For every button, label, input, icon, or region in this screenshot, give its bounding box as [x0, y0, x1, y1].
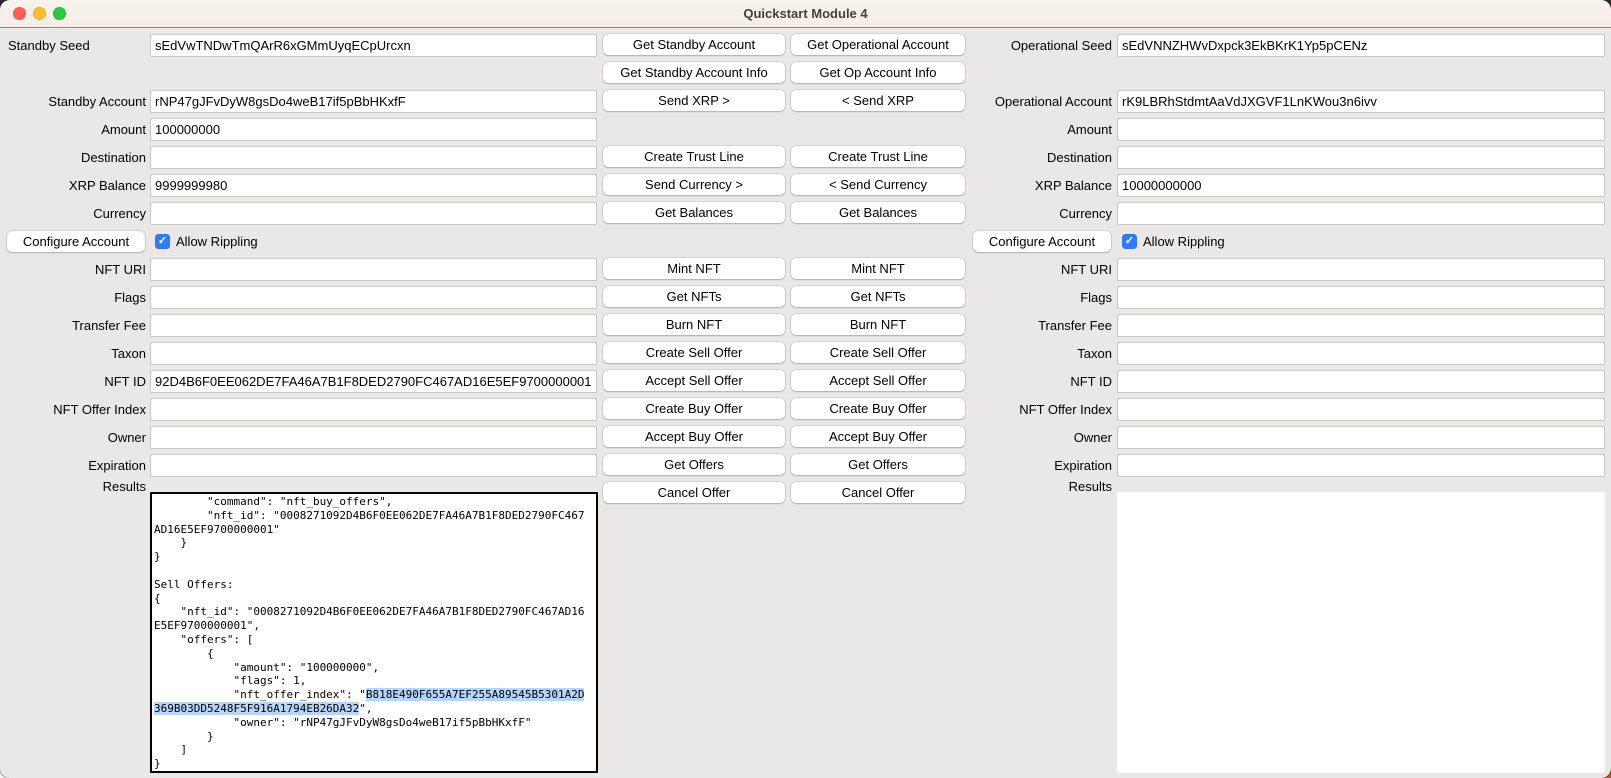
operational-get-op-account-info-button[interactable]: Get Op Account Info [791, 62, 965, 83]
operational-expiration-input[interactable] [1117, 454, 1605, 477]
operational-accept-buy-offer-button[interactable]: Accept Buy Offer [791, 426, 965, 447]
standby-transfer-fee-label: Transfer Fee [0, 314, 146, 337]
standby-get-offers-button[interactable]: Get Offers [603, 454, 785, 475]
operational-allow-rippling-checkbox-icon[interactable]: ✓ [1122, 234, 1137, 249]
operational-send-xrp-button[interactable]: < Send XRP [791, 90, 965, 111]
operational-mint-nft-button[interactable]: Mint NFT [791, 258, 965, 279]
standby-nft-id-label: NFT ID [0, 370, 146, 393]
operational-allow-rippling-checkbox[interactable]: ✓ Allow Rippling [1122, 231, 1225, 252]
standby-amount-input[interactable] [150, 118, 597, 141]
standby-standby-seed-input[interactable] [150, 34, 597, 57]
standby-results-label: Results [0, 475, 146, 498]
operational-results-textarea[interactable] [1117, 492, 1605, 773]
selected-text: 369B03DD5248F5F916A1794EB26DA32 [154, 702, 359, 715]
operational-currency-input[interactable] [1117, 202, 1605, 225]
standby-flags-label: Flags [0, 286, 146, 309]
standby-get-standby-account-info-button[interactable]: Get Standby Account Info [603, 62, 785, 83]
standby-owner-label: Owner [0, 426, 146, 449]
standby-standby-account-label: Standby Account [0, 90, 146, 113]
standby-xrp-balance-input[interactable] [150, 174, 597, 197]
operational-configure-account-button[interactable]: Configure Account [973, 231, 1111, 252]
standby-destination-input[interactable] [150, 146, 597, 169]
app-window: Quickstart Module 4 Standby SeedStandby … [0, 0, 1611, 778]
standby-allow-rippling-checkbox-label: Allow Rippling [176, 234, 258, 249]
standby-xrp-balance-label: XRP Balance [0, 174, 146, 197]
standby-owner-input[interactable] [150, 426, 597, 449]
operational-allow-rippling-checkbox-label: Allow Rippling [1143, 234, 1225, 249]
operational-nft-id-input[interactable] [1117, 370, 1605, 393]
operational-taxon-input[interactable] [1117, 342, 1605, 365]
operational-get-balances-button[interactable]: Get Balances [791, 202, 965, 223]
standby-expiration-input[interactable] [150, 454, 597, 477]
titlebar[interactable]: Quickstart Module 4 [0, 0, 1611, 27]
standby-nft-uri-input[interactable] [150, 258, 597, 281]
standby-nft-uri-label: NFT URI [0, 258, 146, 281]
standby-currency-input[interactable] [150, 202, 597, 225]
operational-operational-seed-input[interactable] [1117, 34, 1605, 57]
standby-allow-rippling-checkbox-icon[interactable]: ✓ [155, 234, 170, 249]
standby-destination-label: Destination [0, 146, 146, 169]
standby-accept-buy-offer-button[interactable]: Accept Buy Offer [603, 426, 785, 447]
standby-get-balances-button[interactable]: Get Balances [603, 202, 785, 223]
standby-mint-nft-button[interactable]: Mint NFT [603, 258, 785, 279]
standby-taxon-input[interactable] [150, 342, 597, 365]
standby-expiration-label: Expiration [0, 454, 146, 477]
standby-create-trust-line-button[interactable]: Create Trust Line [603, 146, 785, 167]
window-content: Standby Seed Standby Account Amount Destina… [0, 27, 1611, 778]
standby-get-standby-account-button[interactable]: Get Standby Account [603, 34, 785, 55]
standby-transfer-fee-input[interactable] [150, 314, 597, 337]
standby-results-textarea[interactable]: "command": "nft_buy_offers", "nft_id": "… [150, 492, 598, 773]
operational-xrp-balance-input[interactable] [1117, 174, 1605, 197]
standby-create-buy-offer-button[interactable]: Create Buy Offer [603, 398, 785, 419]
operational-nft-uri-input[interactable] [1117, 258, 1605, 281]
operational-get-offers-button[interactable]: Get Offers [791, 454, 965, 475]
standby-standby-seed-label: Standby Seed [8, 34, 146, 57]
standby-nft-offer-index-label: NFT Offer Index [0, 398, 146, 421]
operational-accept-sell-offer-button[interactable]: Accept Sell Offer [791, 370, 965, 391]
selected-text: B818E490F655A7EF255A89545B5301A2D [366, 688, 585, 701]
standby-taxon-label: Taxon [0, 342, 146, 365]
standby-currency-label: Currency [0, 202, 146, 225]
check-icon: ✓ [1125, 236, 1134, 247]
operational-operational-account-input[interactable] [1117, 90, 1605, 113]
standby-send-xrp-button[interactable]: Send XRP > [603, 90, 785, 111]
standby-configure-account-button[interactable]: Configure Account [7, 231, 145, 252]
operational-create-trust-line-button[interactable]: Create Trust Line [791, 146, 965, 167]
check-icon: ✓ [158, 236, 167, 247]
operational-nft-offer-index-input[interactable] [1117, 398, 1605, 421]
operational-results-text [1117, 492, 1605, 494]
standby-send-currency-button[interactable]: Send Currency > [603, 174, 785, 195]
window-title: Quickstart Module 4 [0, 0, 1611, 27]
operational-get-nfts-button[interactable]: Get NFTs [791, 286, 965, 307]
standby-nft-offer-index-input[interactable] [150, 398, 597, 421]
standby-standby-account-input[interactable] [150, 90, 597, 113]
operational-cancel-offer-button[interactable]: Cancel Offer [791, 482, 965, 503]
operational-get-operational-account-button[interactable]: Get Operational Account [791, 34, 965, 55]
operational-create-buy-offer-button[interactable]: Create Buy Offer [791, 398, 965, 419]
operational-transfer-fee-input[interactable] [1117, 314, 1605, 337]
standby-amount-label: Amount [0, 118, 146, 141]
operational-send-currency-button[interactable]: < Send Currency [791, 174, 965, 195]
standby-nft-id-input[interactable] [150, 370, 597, 393]
standby-create-sell-offer-button[interactable]: Create Sell Offer [603, 342, 785, 363]
operational-flags-input[interactable] [1117, 286, 1605, 309]
standby-results-text: "command": "nft_buy_offers", "nft_id": "… [152, 494, 596, 772]
standby-cancel-offer-button[interactable]: Cancel Offer [603, 482, 785, 503]
standby-flags-input[interactable] [150, 286, 597, 309]
operational-burn-nft-button[interactable]: Burn NFT [791, 314, 965, 335]
standby-get-nfts-button[interactable]: Get NFTs [603, 286, 785, 307]
standby-allow-rippling-checkbox[interactable]: ✓ Allow Rippling [155, 231, 258, 252]
operational-owner-input[interactable] [1117, 426, 1605, 449]
operational-amount-input[interactable] [1117, 118, 1605, 141]
standby-burn-nft-button[interactable]: Burn NFT [603, 314, 785, 335]
operational-destination-input[interactable] [1117, 146, 1605, 169]
operational-create-sell-offer-button[interactable]: Create Sell Offer [791, 342, 965, 363]
operational-amount-label: Amount [812, 118, 1112, 141]
standby-accept-sell-offer-button[interactable]: Accept Sell Offer [603, 370, 785, 391]
